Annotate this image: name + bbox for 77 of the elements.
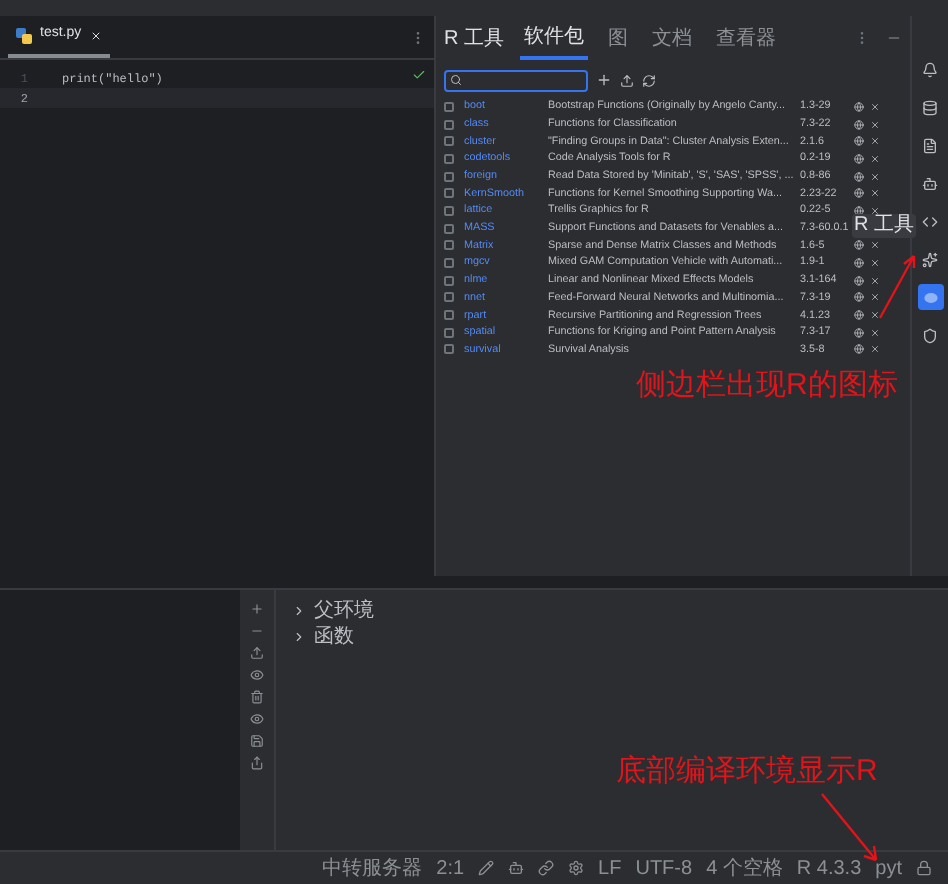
globe-icon[interactable] <box>854 310 864 321</box>
checkbox[interactable] <box>444 223 454 234</box>
globe-icon[interactable] <box>854 275 864 286</box>
checkbox[interactable] <box>444 258 454 269</box>
search-field[interactable] <box>444 69 588 91</box>
checkbox[interactable] <box>444 119 454 130</box>
globe-icon[interactable] <box>854 171 864 182</box>
search-icon <box>450 74 462 86</box>
tree-item[interactable]: 父环境 <box>292 598 374 622</box>
tooltip: R 工具 <box>852 214 916 238</box>
add-icon[interactable] <box>596 72 612 88</box>
checkbox[interactable] <box>444 240 454 251</box>
check-icon <box>412 68 426 82</box>
status-item[interactable]: 4 个空格 <box>706 853 783 883</box>
status-icon[interactable] <box>916 860 932 876</box>
globe-icon[interactable] <box>854 327 864 338</box>
checkbox[interactable] <box>444 205 454 216</box>
toolbar-icon[interactable] <box>250 756 264 770</box>
checkbox[interactable] <box>444 344 454 355</box>
panel-tab[interactable]: 图 <box>604 16 632 60</box>
toolbar-icon[interactable] <box>250 668 264 682</box>
globe-icon[interactable] <box>854 205 864 216</box>
file-icon <box>922 137 938 153</box>
bell-icon <box>922 61 938 77</box>
panel-title: R 工具 <box>444 25 504 53</box>
status-item[interactable]: LF <box>598 853 622 883</box>
annotation-arrow <box>878 252 918 320</box>
toolbar-icon[interactable] <box>250 602 264 616</box>
panel-tab[interactable]: 查看器 <box>712 16 780 60</box>
globe-icon[interactable] <box>854 101 864 112</box>
status-item[interactable]: R 4.3.3 <box>796 853 862 883</box>
checkbox[interactable] <box>444 188 454 199</box>
tree-item[interactable]: 函数 <box>292 624 374 648</box>
status-item[interactable]: 中转服务器 <box>322 853 423 883</box>
r-logo-icon <box>923 291 937 303</box>
sparkle-icon <box>922 251 938 267</box>
r-tools-button[interactable] <box>917 284 943 310</box>
checkbox[interactable] <box>444 101 454 112</box>
python-icon <box>16 27 32 43</box>
shield-icon <box>922 327 938 343</box>
annotation-arrow <box>820 792 880 864</box>
globe-icon[interactable] <box>854 292 864 303</box>
annotation-text: 侧边栏出现R的图标 <box>636 366 898 406</box>
status-item[interactable]: UTF-8 <box>635 853 693 883</box>
toolbar-icon[interactable] <box>250 690 264 704</box>
checkbox[interactable] <box>444 136 454 147</box>
toolbar-icon[interactable] <box>250 734 264 748</box>
refresh-icon[interactable] <box>642 73 656 87</box>
checkbox[interactable] <box>444 310 454 321</box>
globe-icon[interactable] <box>854 240 864 251</box>
upload-icon[interactable] <box>620 73 634 87</box>
panel-tab[interactable]: 文档 <box>648 16 696 60</box>
code-icon <box>922 213 938 229</box>
globe-icon[interactable] <box>854 344 864 355</box>
bot-icon <box>922 175 938 191</box>
globe-icon[interactable] <box>854 119 864 130</box>
status-icon[interactable] <box>568 860 585 876</box>
database-icon <box>922 99 938 115</box>
toolbar-icon[interactable] <box>250 646 264 660</box>
panel-tab[interactable]: 软件包 <box>520 16 588 60</box>
status-icon[interactable] <box>508 860 525 876</box>
globe-icon[interactable] <box>854 153 864 164</box>
globe-icon[interactable] <box>854 136 864 147</box>
checkbox[interactable] <box>444 327 454 338</box>
status-item[interactable]: pyt <box>875 853 902 883</box>
status-item[interactable]: 2:1 <box>436 853 465 883</box>
status-icon[interactable] <box>478 860 495 876</box>
annotation-text: 底部编译环境显示R <box>616 752 878 792</box>
status-icon[interactable] <box>538 860 555 876</box>
toolbar-icon[interactable] <box>250 712 264 726</box>
checkbox[interactable] <box>444 171 454 182</box>
globe-icon[interactable] <box>854 258 864 269</box>
checkbox[interactable] <box>444 153 454 164</box>
globe-icon[interactable] <box>854 188 864 199</box>
close-icon[interactable] <box>89 29 102 41</box>
checkbox[interactable] <box>444 275 454 286</box>
checkbox[interactable] <box>444 292 454 303</box>
